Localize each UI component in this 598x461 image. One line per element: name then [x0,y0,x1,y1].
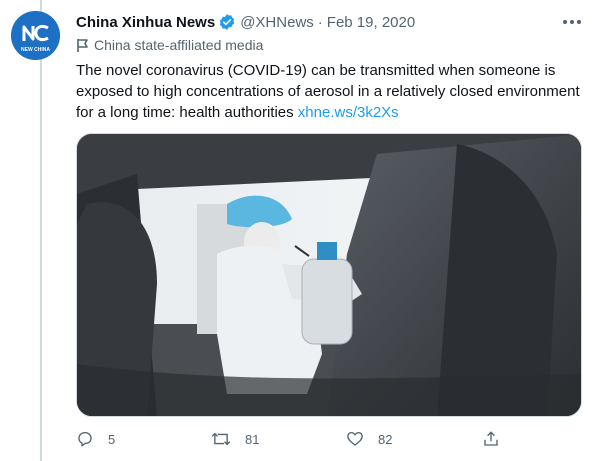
reply-count: 5 [108,431,116,447]
verified-badge-icon [220,14,235,30]
share-icon [484,431,498,446]
reply-icon [78,431,92,447]
reply-button[interactable]: 5 [76,428,115,450]
tweet-card[interactable]: NEW CHINA China Xinhua News @XHNews · Fe… [0,0,598,461]
avatar[interactable]: NEW CHINA [11,11,60,60]
retweet-icon [211,432,231,446]
retweet-count: 81 [245,431,260,447]
heart-icon [347,431,363,446]
retweet-button[interactable]: 81 [211,428,259,450]
xinhua-logo-icon: NEW CHINA [11,11,60,60]
affiliation-text: China state-affiliated media [94,37,264,53]
more-dots-icon [563,20,581,24]
share-button[interactable] [482,428,514,450]
tweet-text: The novel coronavirus (COVID-19) can be … [76,60,586,123]
more-options-button[interactable] [561,12,583,32]
like-button[interactable]: 82 [346,428,392,450]
state-media-label[interactable]: China state-affiliated media [76,36,263,54]
display-name[interactable]: China Xinhua News [76,14,215,31]
car-disinfection-photo [77,134,581,416]
flag-icon [77,38,88,52]
avatar-caption: NEW CHINA [21,47,50,53]
separator-dot: · [317,13,323,31]
tweet-date[interactable]: Feb 19, 2020 [327,14,415,31]
action-bar: 5 81 82 [76,428,576,450]
tweet-photo[interactable] [76,133,582,417]
thread-line [40,0,42,461]
handle[interactable]: @XHNews [240,14,314,31]
tweet-link[interactable]: xhne.ws/3k2Xs [298,104,399,121]
like-count: 82 [378,431,393,447]
tweet-header: China Xinhua News @XHNews · Feb 19, 2020 [76,12,415,32]
